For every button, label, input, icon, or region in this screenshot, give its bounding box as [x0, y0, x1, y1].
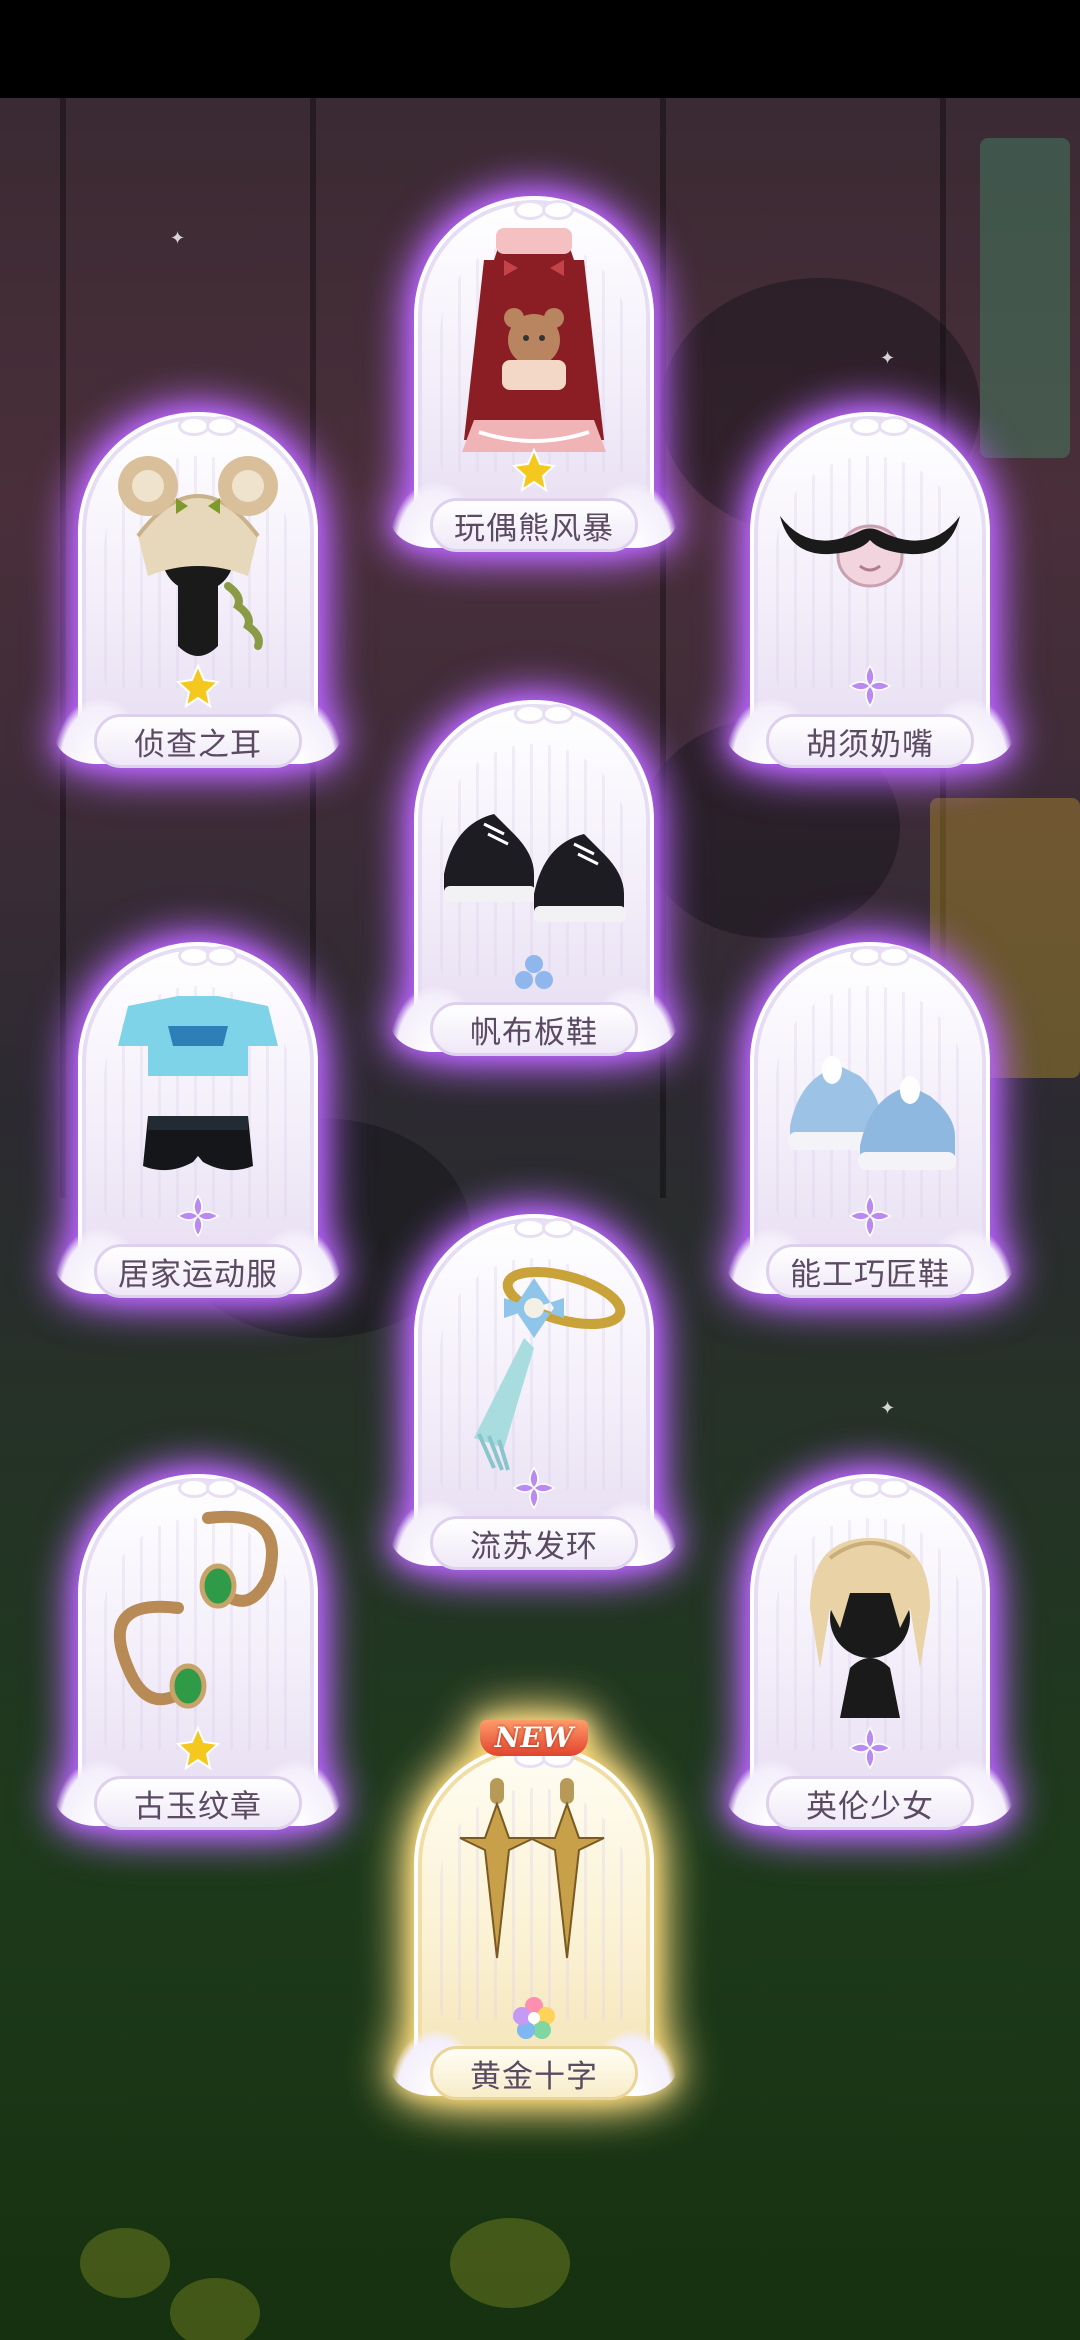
rainbow-flower-icon: [513, 1997, 555, 2039]
status-bar: [0, 0, 1080, 98]
tassel-hairpin-icon: [474, 1266, 626, 1471]
gold-flower-icon: [176, 664, 220, 708]
reward-card-new[interactable]: NEW 黄金十字: [390, 1720, 678, 2114]
sport-outfit-icon: [118, 996, 278, 1171]
card-label: 黄金十字: [430, 2046, 638, 2100]
reward-card[interactable]: 古玉纹章: [54, 1464, 342, 1844]
plaid-bear-ear-hat-icon: [118, 456, 278, 656]
bear-dress-icon: [462, 228, 606, 452]
reward-card[interactable]: 英伦少女: [726, 1464, 1014, 1844]
card-label: 居家运动服: [94, 1244, 302, 1298]
card-label: 帆布板鞋: [430, 1002, 638, 1056]
purple-flower-icon: [848, 1726, 892, 1770]
card-label: 古玉纹章: [94, 1776, 302, 1830]
card-label: 侦查之耳: [94, 714, 302, 768]
reward-card[interactable]: 流苏发环: [390, 1204, 678, 1584]
gold-flower-icon: [176, 1726, 220, 1770]
reward-card[interactable]: 居家运动服: [54, 932, 342, 1312]
card-label: 能工巧匠鞋: [766, 1244, 974, 1298]
blue-flower-icon: [515, 955, 553, 989]
gold-cross-earrings-icon: [459, 1778, 605, 1959]
reward-card[interactable]: 能工巧匠鞋: [726, 932, 1014, 1312]
jade-earrings-icon: [113, 1510, 278, 1709]
reward-card[interactable]: 帆布板鞋: [390, 690, 678, 1070]
reward-card[interactable]: 玩偶熊风暴: [390, 186, 678, 566]
purple-flower-icon: [848, 664, 892, 708]
gold-flower-icon: [512, 448, 556, 492]
purple-flower-icon: [848, 1194, 892, 1238]
blonde-hair-icon: [810, 1538, 930, 1718]
mustache-pacifier-icon: [780, 516, 960, 588]
reward-card[interactable]: 侦查之耳: [54, 402, 342, 782]
card-label: 玩偶熊风暴: [430, 498, 638, 552]
reward-card[interactable]: 胡须奶嘴: [726, 402, 1014, 782]
purple-flower-icon: [176, 1194, 220, 1238]
canvas-sneakers-icon: [444, 814, 626, 922]
blue-shoes-icon: [788, 1056, 956, 1170]
card-label: 英伦少女: [766, 1776, 974, 1830]
purple-flower-icon: [512, 1466, 556, 1510]
card-label: 流苏发环: [430, 1516, 638, 1570]
new-badge: NEW: [480, 1720, 588, 1756]
card-label: 胡须奶嘴: [766, 714, 974, 768]
